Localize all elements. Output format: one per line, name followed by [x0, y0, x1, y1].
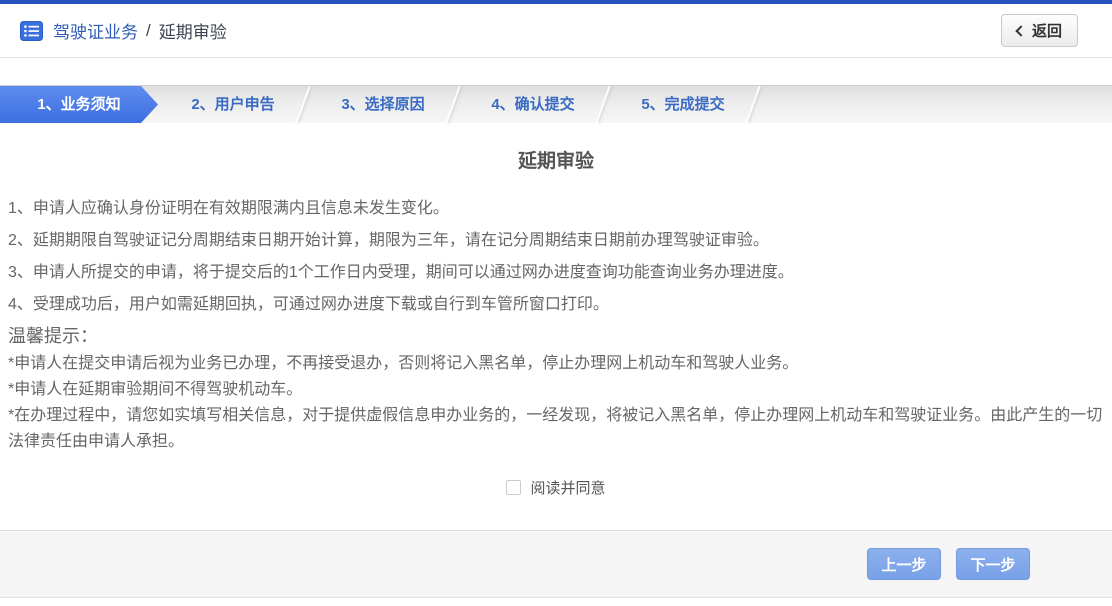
notice-item: 4、受理成功后，用户如需延期回执，可通过网办进度下载或自行到车管所窗口打印。 — [8, 289, 1104, 321]
notice-list: 1、申请人应确认身份证明在有效期限满内且信息未发生变化。 2、延期期限自驾驶证记… — [0, 193, 1112, 321]
notice-item: 2、延期期限自驾驶证记分周期结束日期开始计算，期限为三年，请在记分周期结束日期前… — [8, 225, 1104, 257]
breadcrumb-current-page: 延期审验 — [159, 18, 227, 43]
tip-item: *在办理过程中，请您如实填写相关信息，对于提供虚假信息申办业务的，一经发现，将被… — [8, 403, 1104, 455]
step-tab-3-select-reason[interactable]: 3、选择原因 — [308, 86, 458, 123]
breadcrumb-separator: / — [146, 21, 151, 41]
step-tab-5-complete-submit[interactable]: 5、完成提交 — [608, 86, 758, 123]
chevron-left-icon — [1015, 25, 1026, 36]
tips-title: 温馨提示： — [0, 321, 1112, 351]
footer-action-bar: 上一步 下一步 — [0, 530, 1112, 598]
previous-step-button[interactable]: 上一步 — [867, 548, 941, 580]
tip-item: *申请人在提交申请后视为业务已办理，不再接受退办，否则将记入黑名单，停止办理网上… — [8, 351, 1104, 377]
agree-checkbox[interactable] — [506, 480, 521, 495]
agree-row: 阅读并同意 — [0, 477, 1112, 498]
page-title: 延期审验 — [0, 151, 1112, 173]
agree-label: 阅读并同意 — [530, 477, 605, 498]
back-button[interactable]: 返回 — [1001, 14, 1078, 47]
notice-item: 1、申请人应确认身份证明在有效期限满内且信息未发生变化。 — [8, 193, 1104, 225]
back-button-label: 返回 — [1032, 20, 1062, 41]
breadcrumb: 驾驶证业务 / 延期审验 — [20, 18, 227, 43]
tip-item: *申请人在延期审验期间不得驾驶机动车。 — [8, 377, 1104, 403]
tips-list: *申请人在提交申请后视为业务已办理，不再接受退办，否则将记入黑名单，停止办理网上… — [0, 351, 1112, 455]
step-wizard-bar: 1、业务须知 2、用户申告 3、选择原因 4、确认提交 5、完成提交 — [0, 85, 1112, 123]
step-tab-4-confirm-submit[interactable]: 4、确认提交 — [458, 86, 608, 123]
header: 驾驶证业务 / 延期审验 返回 — [0, 4, 1112, 58]
next-step-button[interactable]: 下一步 — [956, 548, 1030, 580]
breadcrumb-business-category[interactable]: 驾驶证业务 — [53, 18, 138, 43]
step-tab-2-user-declaration[interactable]: 2、用户申告 — [158, 86, 308, 123]
list-icon — [20, 21, 43, 41]
step-tab-1-business-notice[interactable]: 1、业务须知 — [0, 86, 158, 123]
notice-item: 3、申请人所提交的申请，将于提交后的1个工作日内受理，期间可以通过网办进度查询功… — [8, 257, 1104, 289]
